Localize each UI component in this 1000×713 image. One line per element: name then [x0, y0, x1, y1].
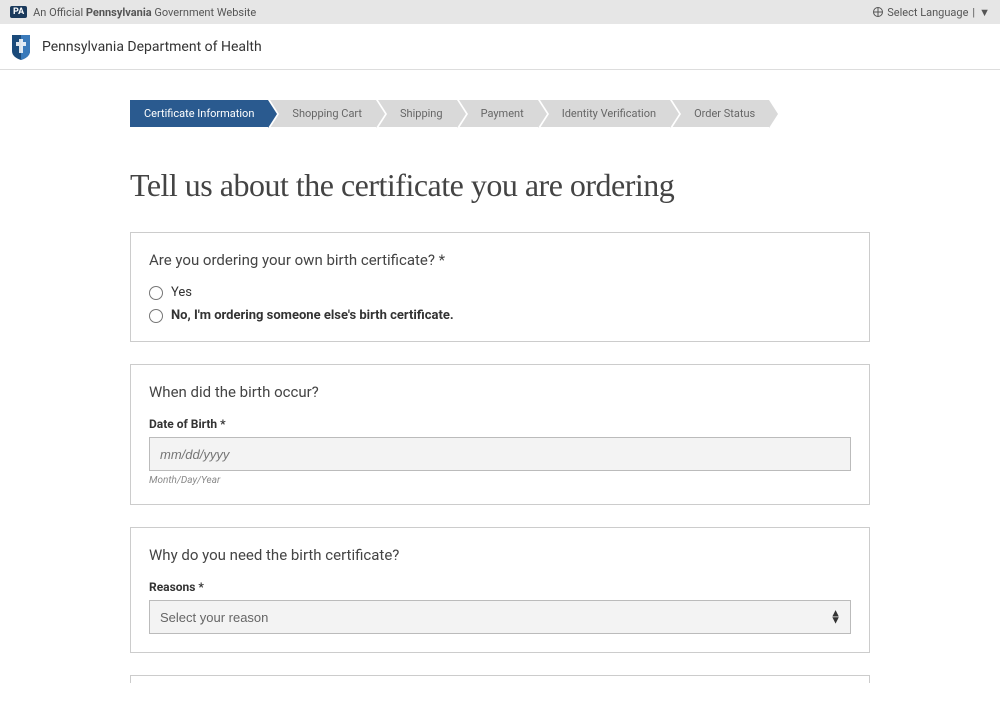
language-selector[interactable]: Select Language | ▼: [873, 6, 990, 19]
dob-label: Date of Birth *: [149, 417, 851, 431]
question-birth-date: When did the birth occur?: [149, 383, 851, 401]
radio-group-own: Yes No, I'm ordering someone else's birt…: [149, 285, 851, 323]
panel-birth-date: When did the birth occur? Date of Birth …: [130, 364, 870, 505]
panel-reason: Why do you need the birth certificate? R…: [130, 527, 870, 653]
reason-select[interactable]: Select your reason: [149, 600, 851, 634]
reason-label: Reasons *: [149, 580, 851, 594]
globe-icon: [873, 7, 883, 17]
question-reason: Why do you need the birth certificate?: [149, 546, 851, 564]
site-header: Pennsylvania Department of Health: [0, 24, 1000, 70]
divider: |: [972, 6, 975, 19]
crumb-shipping[interactable]: Shipping: [378, 100, 457, 127]
language-label: Select Language: [887, 6, 968, 19]
department-name: Pennsylvania Department of Health: [42, 39, 262, 55]
question-own-certificate: Are you ordering your own birth certific…: [149, 251, 851, 269]
radio-no[interactable]: [149, 309, 163, 323]
radio-row-yes: Yes: [149, 285, 851, 300]
crumb-payment[interactable]: Payment: [459, 100, 538, 127]
pa-badge-icon: PA: [10, 6, 27, 18]
official-site-notice: PA An Official Pennsylvania Government W…: [10, 6, 256, 19]
gov-top-bar: PA An Official Pennsylvania Government W…: [0, 0, 1000, 24]
crumb-order-status[interactable]: Order Status: [672, 100, 769, 127]
crumb-identity-verification[interactable]: Identity Verification: [540, 100, 670, 127]
crumb-certificate-info[interactable]: Certificate Information: [130, 100, 268, 127]
shield-logo-icon: [10, 33, 32, 61]
chevron-down-icon: ▼: [979, 6, 990, 19]
radio-yes[interactable]: [149, 286, 163, 300]
panel-next-start: [130, 675, 870, 683]
radio-row-no: No, I'm ordering someone else's birth ce…: [149, 308, 851, 323]
main-content: Certificate Information Shopping Cart Sh…: [110, 70, 890, 713]
official-text: An Official Pennsylvania Government Webs…: [33, 6, 256, 19]
panel-own-certificate: Are you ordering your own birth certific…: [130, 232, 870, 342]
progress-breadcrumb: Certificate Information Shopping Cart Sh…: [130, 100, 870, 127]
dob-input[interactable]: [149, 437, 851, 471]
page-title: Tell us about the certificate you are or…: [130, 167, 870, 204]
radio-no-label[interactable]: No, I'm ordering someone else's birth ce…: [171, 308, 454, 323]
reason-select-wrap: Select your reason ▲▼: [149, 600, 851, 634]
radio-yes-label[interactable]: Yes: [171, 285, 192, 300]
dob-hint: Month/Day/Year: [149, 475, 851, 486]
crumb-shopping-cart[interactable]: Shopping Cart: [270, 100, 376, 127]
